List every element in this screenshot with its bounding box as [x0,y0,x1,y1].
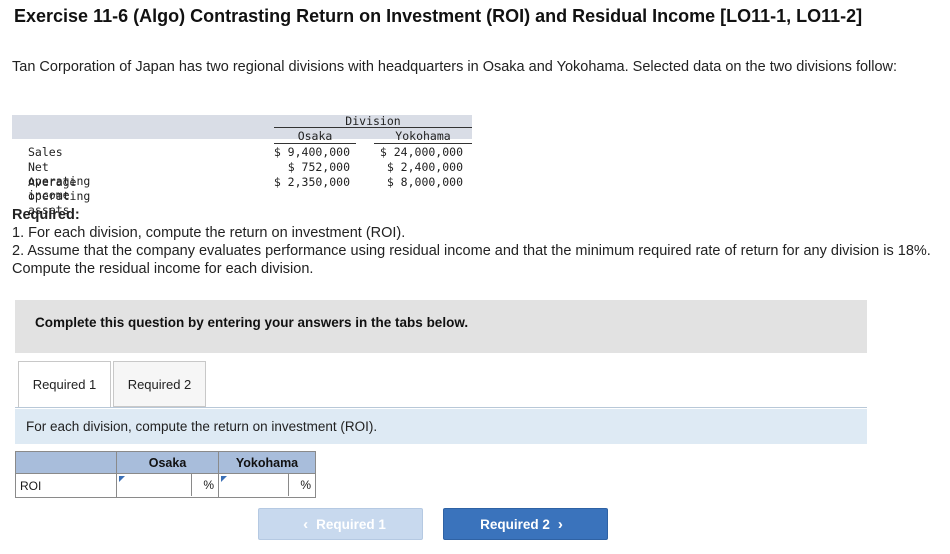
intro-text: Tan Corporation of Japan has two regiona… [12,59,898,75]
tab-instruction-text: For each division, compute the return on… [26,419,378,434]
tab-required-2[interactable]: Required 2 [113,361,206,407]
answer-header-yokohama: Yokohama [218,451,316,474]
cell-yokohama-sales: $ 24,000,000 [379,145,463,159]
answer-cell-yokohama: % [218,473,316,498]
input-marker-icon [221,476,227,482]
column-header-yokohama: Yokohama [395,129,451,143]
row-label-sales: Sales [28,145,63,159]
input-marker-icon [119,476,125,482]
column-underline-osaka [274,143,356,144]
cell-yokohama-noi: $ 2,400,000 [386,160,463,174]
answer-corner-header [15,451,117,474]
answer-header-osaka: Osaka [116,451,219,474]
division-group-header: Division [345,114,401,128]
percent-unit-yokohama: % [300,478,311,492]
required-item-2: 2. Assume that the company evaluates per… [12,243,931,277]
required-heading: Required: [12,207,80,223]
tab-instruction-panel: For each division, compute the return on… [15,409,867,444]
chevron-right-icon: › [557,515,563,533]
chevron-left-icon: ‹ [303,515,309,533]
cell-osaka-assets: $ 2,350,000 [273,175,350,189]
instructions-banner: Complete this question by entering your … [15,300,867,353]
roi-answer-table: Osaka Yokohama ROI % % [15,451,316,498]
column-underline-yokohama [374,143,472,144]
required-section: Required: 1. For each division, compute … [12,206,932,278]
required-item-1: 1. For each division, compute the return… [12,225,406,241]
next-button-label: Required 2 [480,516,550,532]
cell-yokohama-assets: $ 8,000,000 [386,175,463,189]
previous-button-label: Required 1 [316,516,386,532]
tab-divider [15,407,867,408]
division-underline [274,127,472,128]
tab-required-1[interactable]: Required 1 [18,361,111,408]
roi-osaka-input[interactable] [117,474,192,496]
roi-yokohama-input[interactable] [219,474,289,496]
cell-osaka-sales: $ 9,400,000 [273,145,350,159]
cell-osaka-noi: $ 752,000 [287,160,350,174]
banner-text: Complete this question by entering your … [35,315,469,330]
previous-tab-button[interactable]: ‹ Required 1 [258,508,423,540]
page-title: Exercise 11-6 (Algo) Contrasting Return … [14,6,863,26]
answer-cell-osaka: % [116,473,219,498]
column-header-osaka: Osaka [297,129,333,143]
next-tab-button[interactable]: Required 2 › [443,508,608,540]
percent-unit-osaka: % [203,478,214,492]
answer-row-label: ROI [15,473,117,498]
